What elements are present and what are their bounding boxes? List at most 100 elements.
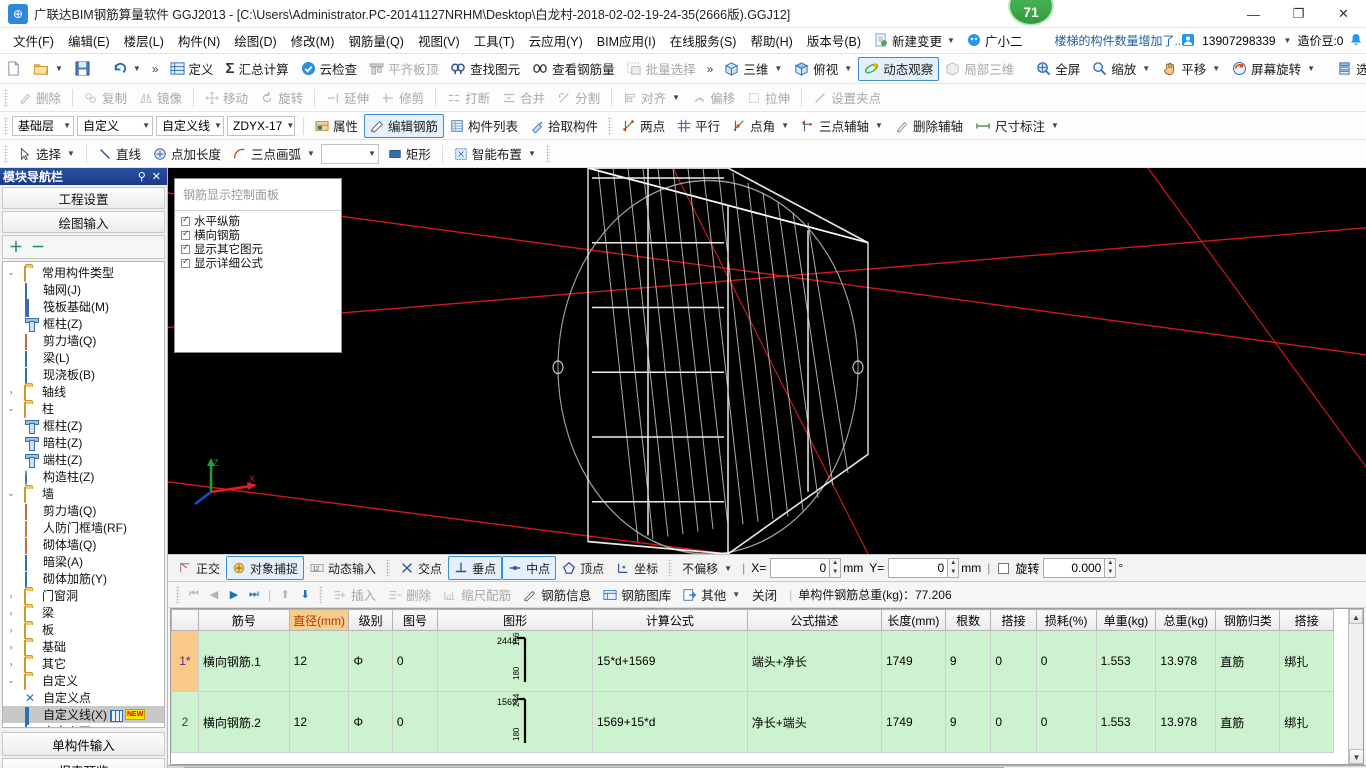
- kind-chevron-down-icon[interactable]: ▼: [214, 121, 222, 130]
- undo-chevron-down-icon[interactable]: ▼: [133, 64, 141, 73]
- toolbar-overflow-left-icon[interactable]: »: [147, 62, 164, 76]
- cell-0[interactable]: 横向钢筋.2: [197, 691, 290, 753]
- edit-rebar-button[interactable]: 编辑钢筋: [364, 113, 445, 138]
- menu-component[interactable]: 构件(N): [171, 28, 227, 53]
- tree-node[interactable]: 自定义面: [3, 723, 164, 727]
- x-input[interactable]: 0: [770, 558, 831, 578]
- tree-node[interactable]: 端柱(Z): [3, 451, 164, 468]
- rebar-grid[interactable]: 筋号 直径(mm) 级别 图号 图形 计算公式 公式描述 长度(mm) 根数 搭接 损耗(%) 单重(…: [170, 608, 1364, 765]
- local-3d-button[interactable]: 局部三维: [939, 57, 1020, 81]
- menu-draw[interactable]: 绘图(D): [227, 28, 283, 53]
- set-grip-button[interactable]: 设置夹点: [807, 86, 887, 110]
- intersection-snap-button[interactable]: 交点: [394, 556, 448, 580]
- column-header[interactable]: 级别: [348, 609, 393, 631]
- tree-node[interactable]: › 轴线: [3, 383, 164, 401]
- perpendicular-snap-button[interactable]: 垂点: [448, 556, 503, 580]
- row-header[interactable]: 2: [171, 691, 199, 753]
- sidebar-tab-report-preview[interactable]: 报表预览: [2, 758, 165, 768]
- last-record-icon[interactable]: ⏭: [244, 585, 264, 605]
- align-slab-top-button[interactable]: 平齐板顶: [363, 57, 444, 81]
- tree-node[interactable]: 人防门框墙(RF): [3, 519, 164, 537]
- column-header[interactable]: 公式描述: [746, 609, 882, 631]
- twisty-icon[interactable]: ⌄: [5, 267, 17, 278]
- column-header[interactable]: 计算公式: [592, 609, 748, 631]
- toolbar-grip-5[interactable]: [545, 144, 550, 163]
- toolbar-grip[interactable]: [4, 88, 8, 107]
- cell-7[interactable]: 1749: [880, 630, 946, 692]
- fullscreen-button[interactable]: 全屏: [1030, 57, 1086, 81]
- line-tool-button[interactable]: 直线: [92, 142, 147, 166]
- twisty-icon[interactable]: ⌄: [5, 488, 17, 499]
- rotate-checkbox[interactable]: [998, 562, 1010, 574]
- sidebar-tab-single-component-input[interactable]: 单构件输入: [2, 732, 165, 756]
- column-header[interactable]: 钢筋归类: [1215, 609, 1281, 631]
- three-point-arc-button[interactable]: 三点画弧 ▼: [227, 142, 321, 166]
- menu-bim-app[interactable]: BIM应用(I): [590, 28, 663, 53]
- summary-calc-button[interactable]: Σ 汇总计算: [220, 57, 295, 81]
- break-button[interactable]: 打断: [441, 86, 496, 110]
- menu-help[interactable]: 帮助(H): [743, 28, 799, 53]
- tree-node[interactable]: › 门窗洞: [3, 587, 164, 605]
- floor-chevron-down-icon[interactable]: ▼: [63, 121, 71, 130]
- pick-component-button[interactable]: 拾取构件: [524, 114, 604, 138]
- tree-node[interactable]: ✕ 自定义点: [3, 689, 164, 706]
- ortho-button[interactable]: 正交: [172, 556, 226, 580]
- insert-row-button[interactable]: 插入: [327, 583, 382, 607]
- column-header[interactable]: 损耗(%): [1035, 609, 1097, 631]
- twisty-icon[interactable]: ›: [5, 642, 17, 652]
- tree-node[interactable]: 自定义线(X) NEW: [3, 706, 164, 725]
- open-chevron-down-icon[interactable]: ▼: [55, 64, 63, 73]
- other-chevron-down-icon[interactable]: ▼: [732, 590, 740, 599]
- object-snap-button[interactable]: 对象捕捉: [226, 556, 305, 580]
- rebar-info-button[interactable]: 钢筋信息: [517, 583, 597, 607]
- smart-layout-chevron-down-icon[interactable]: ▼: [528, 149, 536, 158]
- tree-node[interactable]: › 梁: [3, 604, 164, 622]
- chevron-down-icon[interactable]: ▼: [947, 36, 955, 45]
- menu-cloud-app[interactable]: 云应用(Y): [522, 28, 590, 53]
- twisty-icon[interactable]: ›: [5, 659, 17, 669]
- property-button[interactable]: 属性: [309, 114, 364, 138]
- display-option-detailed-formula[interactable]: 显示详细公式: [175, 256, 341, 270]
- cell-11[interactable]: 1.553: [1095, 691, 1157, 753]
- display-option-transverse-rebar[interactable]: 横向钢筋: [175, 228, 341, 242]
- cell-8[interactable]: 9: [944, 630, 992, 692]
- checkbox-icon[interactable]: [181, 256, 190, 268]
- menu-edit[interactable]: 编辑(E): [61, 28, 117, 53]
- cell-10[interactable]: 0: [1035, 630, 1097, 692]
- pan-button[interactable]: 平移 ▼: [1156, 57, 1226, 81]
- snap-grip[interactable]: [386, 559, 391, 577]
- rotate-button[interactable]: 旋转: [254, 86, 309, 110]
- vertex-snap-button[interactable]: 顶点: [556, 556, 610, 580]
- scroll-down-icon[interactable]: ▼: [1349, 749, 1363, 764]
- align-button[interactable]: 对齐 ▼: [617, 86, 686, 110]
- y-spinner[interactable]: ▲ ▼: [948, 558, 960, 578]
- find-element-button[interactable]: 查找图元: [444, 57, 526, 81]
- menu-file[interactable]: 文件(F): [6, 28, 61, 53]
- offset-chevron-down-icon[interactable]: ▼: [724, 564, 732, 573]
- column-header[interactable]: 单重(kg): [1095, 609, 1157, 631]
- zoom-chevron-down-icon[interactable]: ▼: [1142, 64, 1150, 73]
- cell-6[interactable]: 净长+端头: [746, 691, 882, 753]
- toolbar-grip-2[interactable]: [4, 116, 8, 135]
- bell-icon[interactable]: [1349, 33, 1364, 48]
- cell-2[interactable]: Φ: [348, 691, 393, 753]
- new-file-button[interactable]: [0, 57, 27, 81]
- tree-node[interactable]: 轴网(J): [3, 281, 164, 299]
- sidebar-tab-project-settings[interactable]: 工程设置: [2, 187, 165, 209]
- cell-5[interactable]: 1569+15*d: [592, 691, 748, 753]
- tree-node[interactable]: ⌄ 柱: [3, 400, 164, 418]
- draw-style-combo[interactable]: ▼: [320, 143, 379, 164]
- select-tool-button[interactable]: 选择 ▼: [12, 142, 81, 166]
- dimension-chevron-down-icon[interactable]: ▼: [1051, 121, 1059, 130]
- cell-1[interactable]: 12: [288, 691, 350, 753]
- parallel-button[interactable]: 平行: [671, 114, 726, 138]
- column-header[interactable]: 直径(mm): [288, 609, 350, 631]
- view-3d-button[interactable]: 三维 ▼: [718, 57, 788, 81]
- tree-node[interactable]: 现浇板(B): [3, 366, 164, 384]
- cell-3[interactable]: 0: [391, 691, 439, 753]
- table-row[interactable]: 2 横向钢筋.2 12 Φ 0 1569 244 180 1569+15*d 净长+端头 1749 9…: [171, 691, 1334, 753]
- twisty-icon[interactable]: ›: [5, 387, 17, 397]
- tree-node[interactable]: › 板: [3, 621, 164, 639]
- pin-icon[interactable]: ⚲: [135, 170, 149, 183]
- extend-button[interactable]: 延伸: [320, 86, 375, 110]
